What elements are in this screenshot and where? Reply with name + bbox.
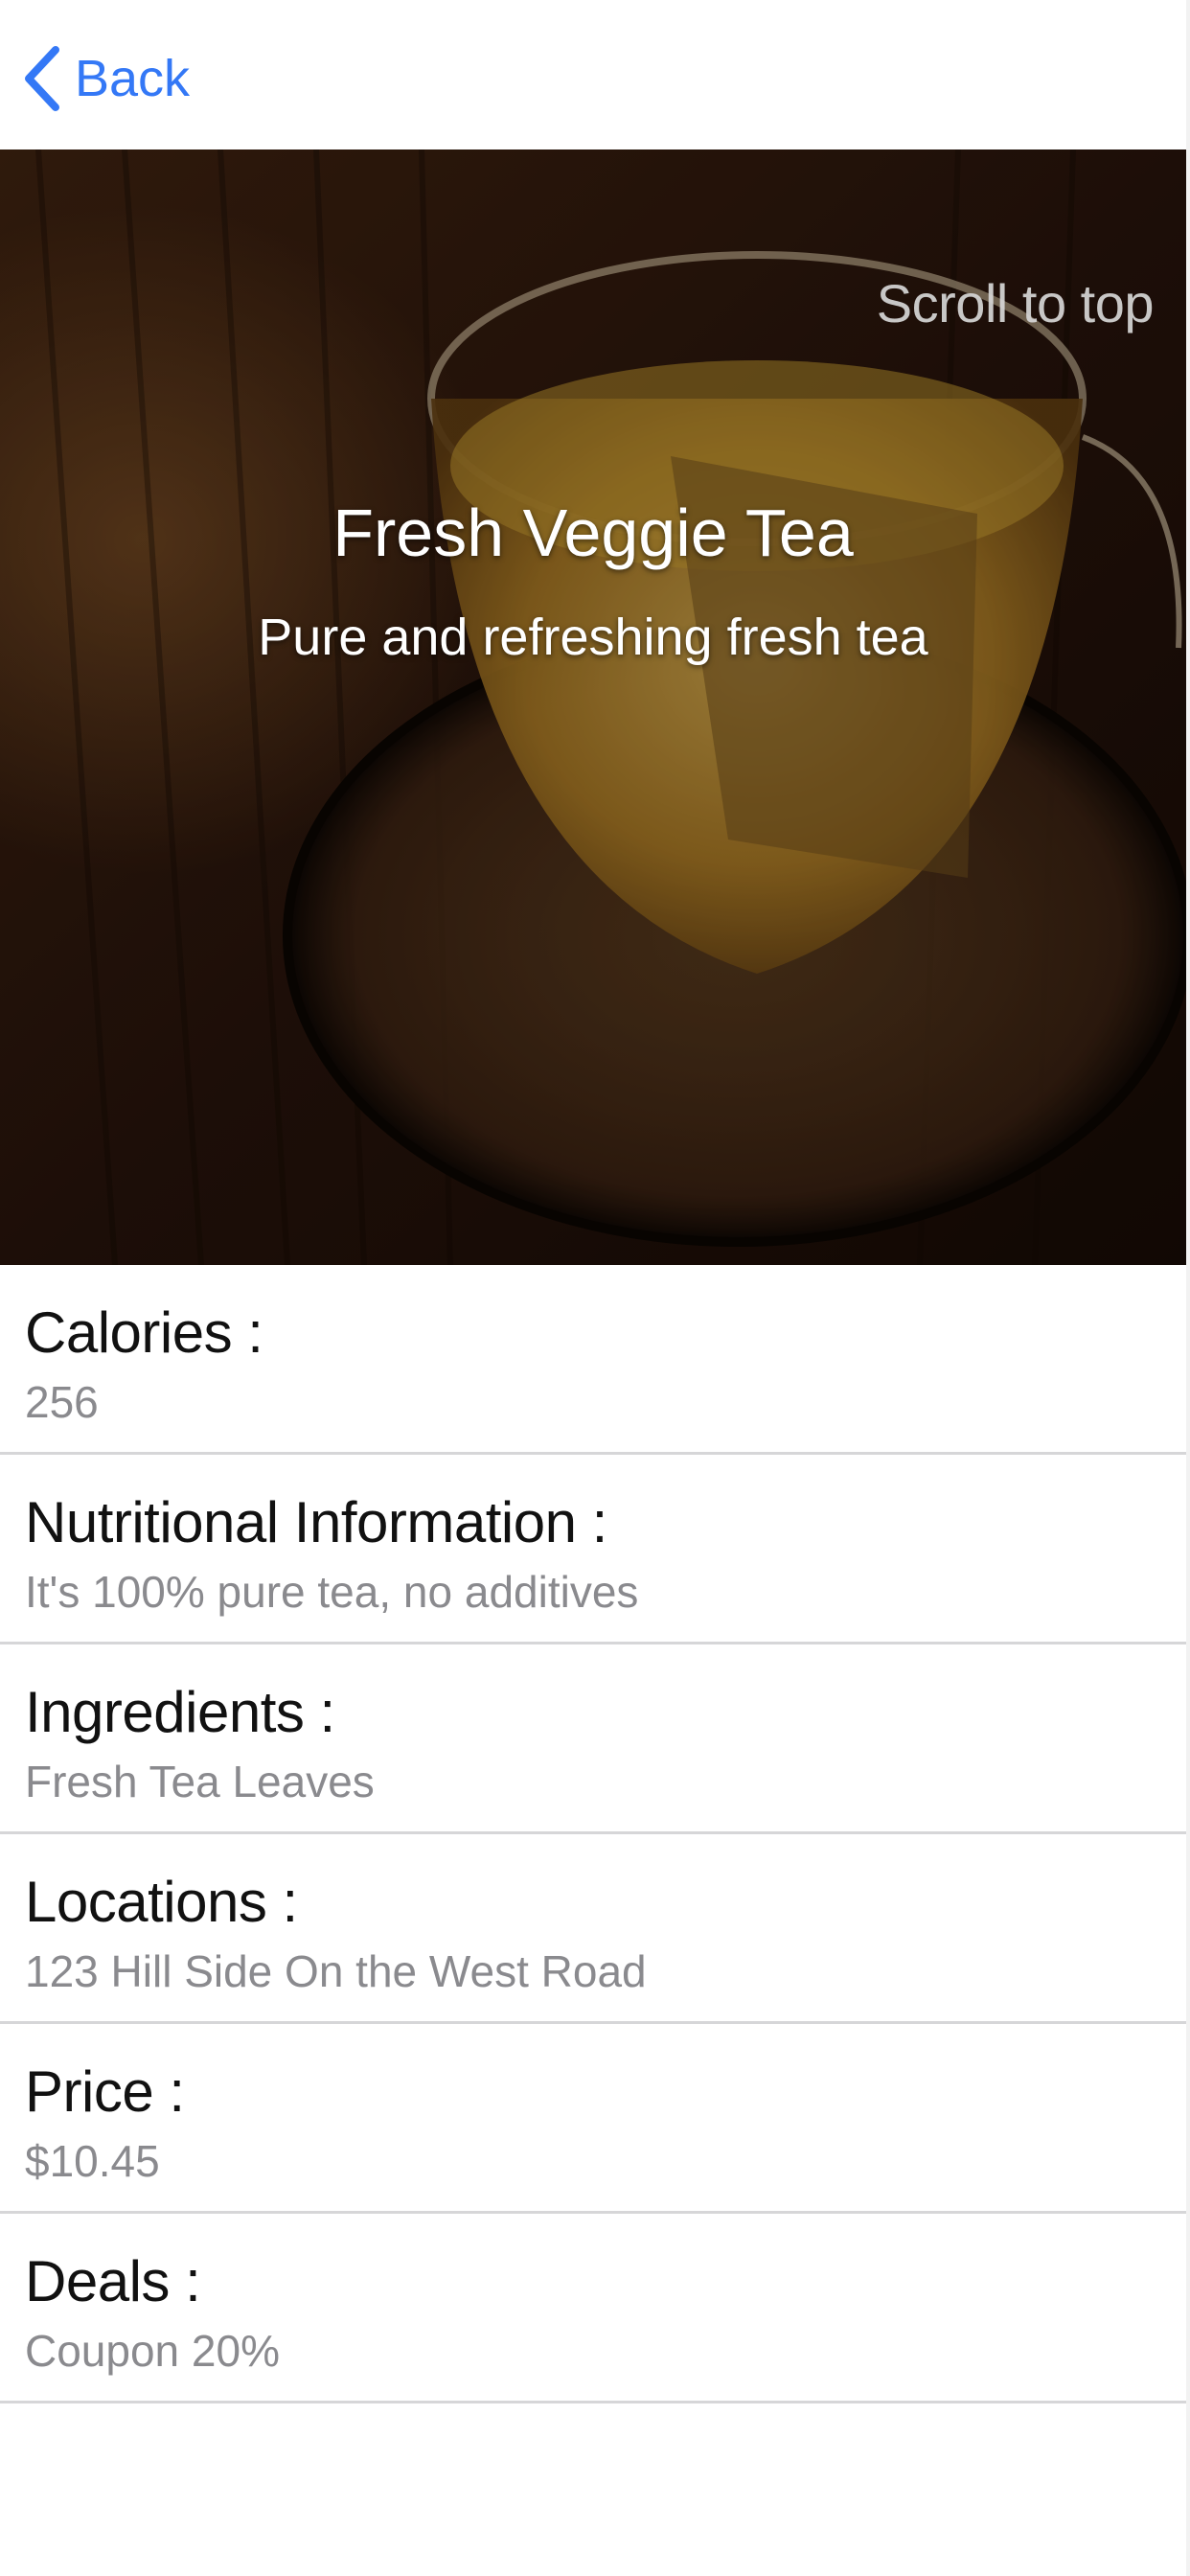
detail-value: Coupon 20%	[25, 2326, 280, 2376]
detail-label: Locations :	[25, 1870, 298, 1934]
detail-value: Fresh Tea Leaves	[25, 1757, 375, 1806]
product-subtitle: Pure and refreshing fresh tea	[258, 609, 928, 666]
detail-label: Nutritional Information :	[25, 1490, 607, 1554]
screen-edge	[1186, 0, 1190, 2576]
detail-value: 256	[25, 1377, 99, 1427]
detail-row-calories: Calories : 256	[0, 1265, 1186, 1455]
scroll-to-top-button[interactable]: Scroll to top	[877, 272, 1155, 334]
navigation-bar: Back	[0, 0, 1186, 150]
detail-row-price: Price : $10.45	[0, 2024, 1186, 2214]
back-button-label: Back	[75, 50, 191, 107]
detail-label: Deals :	[25, 2249, 201, 2313]
back-button[interactable]: Back	[21, 42, 190, 115]
detail-row-ingredients: Ingredients : Fresh Tea Leaves	[0, 1644, 1186, 1834]
detail-row-deals: Deals : Coupon 20%	[0, 2214, 1186, 2404]
detail-row-locations: Locations : 123 Hill Side On the West Ro…	[0, 1834, 1186, 2024]
hero-image: Scroll to top Fresh Veggie Tea Pure and …	[0, 150, 1186, 1265]
detail-label: Ingredients :	[25, 1680, 335, 1744]
detail-label: Price :	[25, 2059, 185, 2124]
detail-label: Calories :	[25, 1300, 263, 1365]
chevron-left-icon	[25, 46, 59, 111]
product-title: Fresh Veggie Tea	[332, 495, 854, 570]
detail-value: $10.45	[25, 2136, 160, 2186]
detail-value: It's 100% pure tea, no additives	[25, 1567, 639, 1617]
details-list: Calories : 256 Nutritional Information :…	[0, 1265, 1186, 2404]
detail-row-nutrition: Nutritional Information : It's 100% pure…	[0, 1455, 1186, 1644]
detail-value: 123 Hill Side On the West Road	[25, 1946, 647, 1996]
